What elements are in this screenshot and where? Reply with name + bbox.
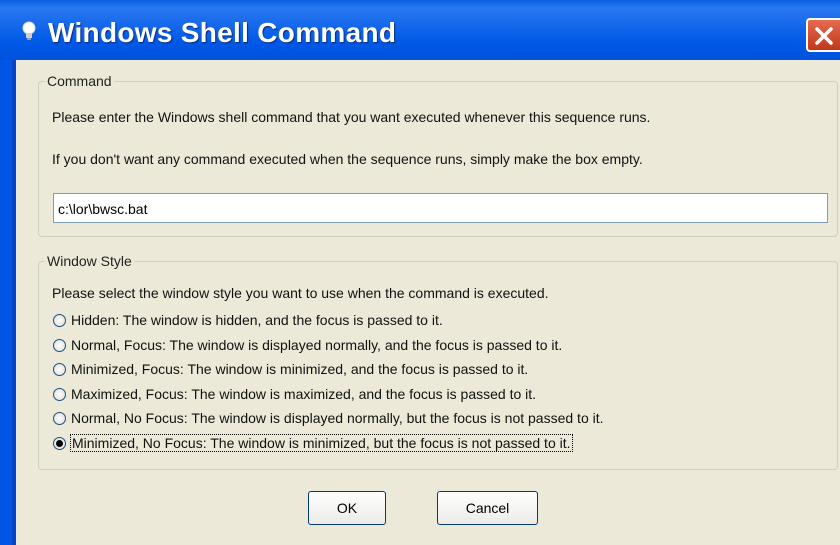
window-style-legend: Window Style	[47, 253, 132, 269]
dialog-window: Windows Shell Command Command Please ent…	[0, 0, 840, 545]
cancel-button[interactable]: Cancel	[437, 491, 538, 525]
command-group: Command Please enter the Windows shell c…	[38, 73, 838, 237]
radio-label: Maximized, Focus: The window is maximize…	[71, 385, 537, 402]
command-instruction-2: If you don't want any command executed w…	[52, 151, 643, 167]
radio-button[interactable]	[53, 338, 66, 352]
close-icon	[815, 27, 833, 45]
window-border	[0, 60, 12, 545]
command-instruction-1: Please enter the Windows shell command t…	[52, 109, 651, 125]
command-group-legend: Command	[47, 73, 112, 89]
close-button[interactable]	[806, 18, 840, 52]
dialog-client-area: Command Please enter the Windows shell c…	[12, 60, 840, 545]
radio-button[interactable]	[53, 314, 66, 327]
window-title: Windows Shell Command	[48, 17, 397, 48]
window-style-instruction: Please select the window style you want …	[52, 285, 549, 301]
radio-label: Normal, No Focus: The window is displaye…	[71, 410, 604, 426]
radio-label: Normal, Focus: The window is displayed n…	[71, 336, 563, 353]
lightbulb-icon	[18, 20, 40, 42]
ok-button[interactable]: OK	[308, 491, 386, 525]
radio-label: Minimized, No Focus: The window is minim…	[70, 433, 573, 452]
command-input[interactable]	[53, 193, 828, 223]
radio-button[interactable]	[53, 436, 66, 450]
radio-button[interactable]	[53, 363, 66, 376]
radio-button[interactable]	[53, 412, 66, 425]
radio-label: Minimized, Focus: The window is minimize…	[71, 361, 529, 377]
window-style-group: Window Style Please select the window st…	[38, 253, 838, 470]
radio-button[interactable]	[53, 387, 66, 401]
radio-label: Hidden: The window is hidden, and the fo…	[71, 312, 443, 328]
